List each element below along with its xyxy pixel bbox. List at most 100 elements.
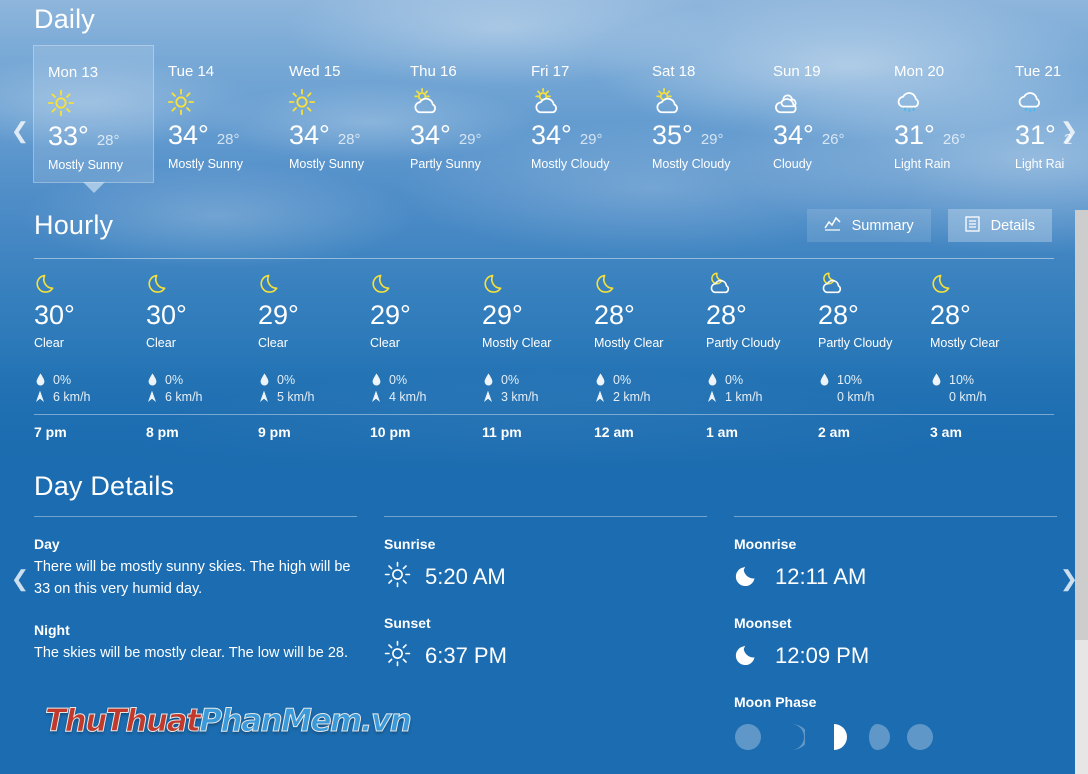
hourly-card[interactable]: 29° Mostly Clear 0% 3 km/h [482,271,594,405]
hourly-card-temp: 30° [146,300,187,330]
hourly-card-description: Clear [370,336,400,351]
daily-card-day: Mon 20 [894,63,945,80]
daily-card-low: 26° [942,131,966,148]
precipitation-metric: 0% [706,371,808,388]
daily-card-temps: 31° 26° [894,122,1001,149]
daily-card[interactable]: Thu 16 34° 29° Partly Sunny [396,45,517,183]
hourly-time-label: 8 pm [146,424,179,441]
hourly-card[interactable]: 29° Clear 0% 5 km/h [258,271,370,405]
hourly-card-metrics: 0% 6 km/h [146,371,248,405]
daily-card[interactable]: Wed 15 34° 28° Mostly Sunny [275,45,396,183]
daily-card-high: 31° [1015,120,1056,150]
watermark-part2: PhanMem.vn [199,703,413,740]
daily-card[interactable]: Tue 21 31° 2 Light Rai [1001,45,1088,183]
precipitation-value: 0% [277,372,296,387]
hourly-card[interactable]: 30° Clear 0% 6 km/h [34,271,146,405]
hourly-prev-chevron-left-icon[interactable]: ❮ [7,564,33,594]
hourly-card-metrics: 0% 5 km/h [258,371,360,405]
hourly-mode-buttons: Summary Details [806,209,1052,242]
wind-metric: 6 km/h [146,388,248,405]
moonset-icon [734,640,761,672]
hourly-card[interactable]: 29° Clear 0% 4 km/h [370,271,482,405]
wind-value: 6 km/h [53,389,91,404]
hourly-time-label: 1 am [706,424,738,441]
water-drop-icon [482,373,494,386]
chart-line-icon [824,216,841,235]
wind-arrow-icon [146,390,158,403]
daily-section-title: Daily [34,4,96,34]
daily-card[interactable]: Tue 14 34° 28° Mostly Sunny [154,45,275,183]
hourly-time-label: 12 am [594,424,634,441]
daily-card-temps: 33° 28° [48,123,153,150]
light-rain-icon [1014,88,1088,118]
cloudy-icon [772,88,880,118]
wind-value: 1 km/h [725,389,763,404]
daily-next-chevron-right-icon[interactable]: ❯ [1056,116,1082,146]
hourly-card[interactable]: 28° Partly Cloudy 0% 1 km/h [706,271,818,405]
hourly-times-divider [34,414,1054,416]
hourly-forecast-section: Hourly Summary Details 30° Clear 0% 6 km… [0,209,1088,591]
daily-card-temps: 34° 29° [410,122,517,149]
details-button-label: Details [990,217,1035,234]
hourly-card[interactable]: 28° Partly Cloudy 10% 0 km/h [818,271,930,405]
precipitation-value: 0% [725,372,744,387]
hourly-card-description: Partly Cloudy [706,336,781,351]
wind-metric: 6 km/h [34,388,136,405]
hourly-card[interactable]: 28° Mostly Clear 0% 2 km/h [594,271,706,405]
moon-icon [146,271,248,299]
partly-cloudy-night-icon [818,271,920,299]
night-description: The skies will be mostly clear. The low … [34,645,349,662]
day-label: Day [34,536,60,553]
daily-card[interactable]: Sat 18 35° 29° Mostly Cloudy [638,45,759,183]
water-drop-icon [818,373,830,386]
daily-card-day: Wed 15 [289,63,341,80]
moonset-value: 12:09 PM [775,643,870,669]
summary-button[interactable]: Summary [806,209,931,242]
daily-card-description: Mostly Cloudy [652,157,731,171]
hourly-time-label: 10 pm [370,424,411,441]
daily-card-low: 29° [579,131,603,148]
partly-sunny-icon [530,88,638,118]
precipitation-metric: 0% [482,371,584,388]
daily-card[interactable]: Mon 20 31° 26° Light Rain [880,45,1001,183]
precipitation-value: 0% [53,372,72,387]
daily-card-day: Thu 16 [410,63,457,80]
wind-value: 0 km/h [949,389,987,404]
daily-card-high: 34° [289,120,330,150]
hourly-card[interactable]: 30° Clear 0% 6 km/h [146,271,258,405]
precipitation-metric: 0% [258,371,360,388]
column-rule [34,516,357,518]
moon-icon [930,271,1032,299]
daily-card[interactable]: Sun 19 34° 26° Cloudy [759,45,880,183]
daily-card[interactable]: Fri 17 34° 29° Mostly Cloudy [517,45,638,183]
wind-arrow-icon [706,390,718,403]
details-button[interactable]: Details [947,209,1052,242]
daily-card-day: Tue 21 [1015,63,1062,80]
wind-arrow-icon [34,390,46,403]
sunset-row: 6:37 PM [384,640,707,672]
column-rule [734,516,1057,518]
daily-card-temps: 34° 28° [168,122,275,149]
daily-card-low: 28° [96,132,120,149]
hourly-card-temp: 29° [258,300,299,330]
hourly-card[interactable]: 28° Mostly Clear 10% 0 km/h [930,271,1042,405]
moon-phase-waxing-crescent-icon [777,723,808,751]
daily-prev-chevron-left-icon[interactable]: ❮ [7,116,33,146]
precipitation-metric: 10% [818,371,920,388]
scrollbar-thumb[interactable] [1075,210,1088,640]
wind-metric: 2 km/h [594,388,696,405]
moonset-label: Moonset [734,615,792,632]
wind-arrow-icon [258,390,270,403]
daily-card-description: Light Rai [1015,157,1065,171]
precipitation-metric: 0% [594,371,696,388]
precipitation-value: 0% [165,372,184,387]
sunrise-value: 5:20 AM [425,564,506,590]
daily-card[interactable]: Mon 13 33° 28° Mostly Sunny [33,45,154,183]
partly-sunny-icon [651,88,759,118]
day-description: There will be mostly sunny skies. The hi… [34,559,351,597]
precipitation-value: 10% [949,372,975,387]
moon-icon [482,271,584,299]
precipitation-metric: 10% [930,371,1032,388]
daily-card-day: Mon 13 [48,64,99,81]
hourly-card-metrics: 10% 0 km/h [818,371,920,405]
